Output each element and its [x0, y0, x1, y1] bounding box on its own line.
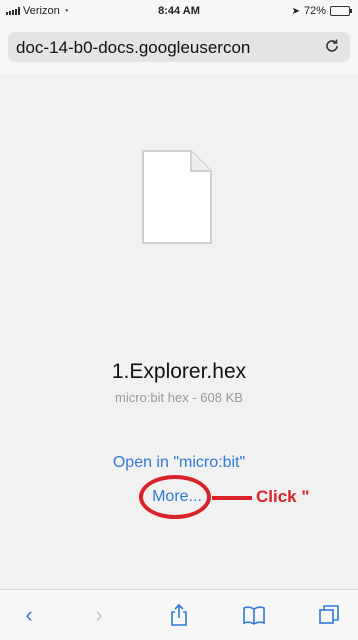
url-field[interactable]: doc-14-b0-docs.googleusercon [8, 32, 350, 62]
annotation-circle [139, 475, 211, 519]
address-bar: doc-14-b0-docs.googleusercon [0, 22, 358, 75]
status-right: ➤ 72% [291, 5, 352, 17]
share-icon[interactable] [164, 601, 194, 629]
location-icon: ➤ [291, 5, 300, 17]
annotation-label: Click " [256, 487, 310, 506]
reload-icon[interactable] [322, 37, 342, 60]
forward-icon[interactable]: › [84, 601, 114, 629]
battery-percent: 72% [303, 5, 326, 17]
back-icon[interactable]: ‹ [14, 601, 44, 629]
file-meta: micro:bit hex - 608 KB [115, 390, 243, 405]
bookmarks-icon[interactable] [239, 601, 269, 629]
annotation-arrow-line [212, 496, 252, 500]
status-bar: Verizon ◔ 8:44 AM ➤ 72% [0, 0, 358, 22]
browser-toolbar: ‹ › [0, 589, 358, 640]
url-text[interactable]: doc-14-b0-docs.googleusercon [16, 38, 314, 58]
battery-icon [330, 6, 352, 16]
open-in-app-link[interactable]: Open in "micro:bit" [0, 454, 358, 472]
file-preview: 1.Explorer.hex micro:bit hex - 608 KB Op… [0, 74, 358, 589]
file-name: 1.Explorer.hex [111, 360, 247, 383]
tabs-icon[interactable] [314, 601, 344, 629]
document-icon [141, 149, 213, 245]
